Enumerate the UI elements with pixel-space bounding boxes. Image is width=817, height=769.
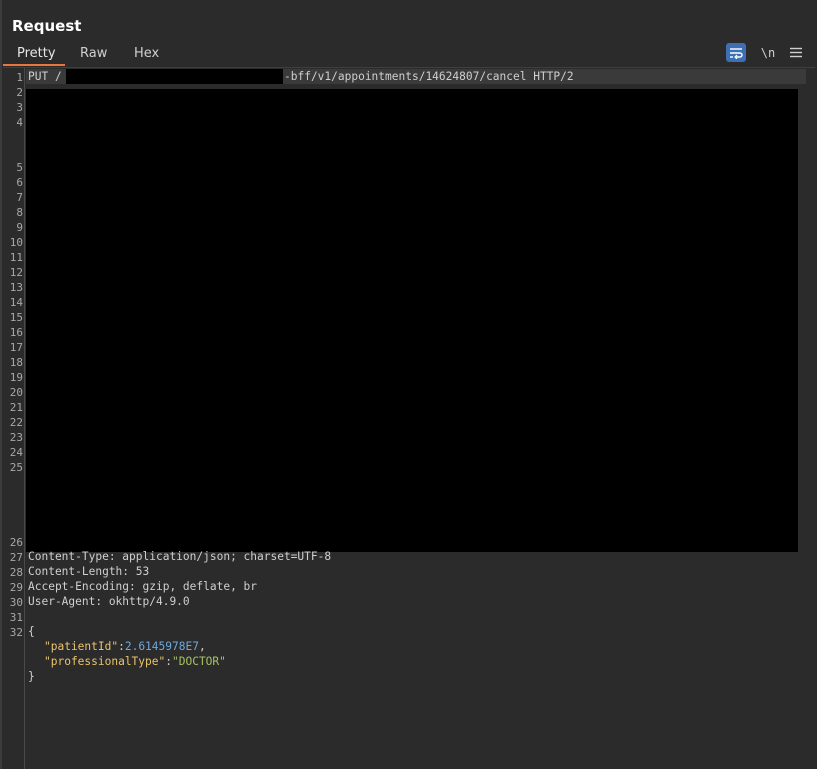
line-number: 23 xyxy=(9,431,23,444)
wrap-lines-button[interactable] xyxy=(726,43,746,62)
header-line[interactable]: Content-Length: 53 xyxy=(28,564,149,579)
line-number: 11 xyxy=(9,251,23,264)
json-key-professional: "professionalType" xyxy=(44,655,166,668)
line-number: 8 xyxy=(16,206,23,219)
tab-raw[interactable]: Raw xyxy=(80,42,107,66)
show-newlines-button[interactable]: \n xyxy=(757,43,779,62)
header-line[interactable]: User-Agent: okhttp/4.9.0 xyxy=(28,594,190,609)
json-line-professional[interactable]: "professionalType":"DOCTOR" xyxy=(44,654,226,669)
line-number: 12 xyxy=(9,266,23,279)
line-number: 19 xyxy=(9,371,23,384)
line-number: 25 xyxy=(9,461,23,474)
left-border xyxy=(0,0,2,769)
line-number: 15 xyxy=(9,311,23,324)
line-number: 9 xyxy=(16,221,23,234)
line-number: 17 xyxy=(9,341,23,354)
request-line-method[interactable]: PUT / xyxy=(28,69,62,84)
line-number: 10 xyxy=(9,236,23,249)
line-number: 22 xyxy=(9,416,23,429)
line-number: 32 xyxy=(9,626,23,639)
line-number: 18 xyxy=(9,356,23,369)
request-line-path[interactable]: -bff/v1/appointments/14624807/cancel HTT… xyxy=(284,69,574,84)
panel-title: Request xyxy=(12,17,82,35)
redacted-headers-block xyxy=(26,89,798,552)
line-number: 7 xyxy=(16,191,23,204)
editor-divider xyxy=(3,67,815,68)
line-number: 20 xyxy=(9,386,23,399)
line-number: 14 xyxy=(9,296,23,309)
line-number: 29 xyxy=(9,581,23,594)
line-number: 6 xyxy=(16,176,23,189)
line-number: 26 xyxy=(9,536,23,549)
line-number-gutter: 1 2 3 4 5 6 7 8 9 10 11 12 13 14 15 16 1… xyxy=(3,68,25,769)
line-number: 21 xyxy=(9,401,23,414)
line-number: 16 xyxy=(9,326,23,339)
header-line[interactable]: Content-Type: application/json; charset=… xyxy=(28,549,331,564)
line-number: 24 xyxy=(9,446,23,459)
line-number: 30 xyxy=(9,596,23,609)
json-value-professional: "DOCTOR" xyxy=(172,655,226,668)
line-number: 1 xyxy=(16,71,23,84)
line-number: 5 xyxy=(16,161,23,174)
wrap-lines-icon xyxy=(730,47,743,59)
json-key-patient: "patientId" xyxy=(44,640,119,653)
json-line-patient[interactable]: "patientId":2.6145978E7, xyxy=(44,639,206,654)
line-number: 27 xyxy=(9,551,23,564)
redacted-host xyxy=(66,69,283,84)
line-number: 13 xyxy=(9,281,23,294)
json-open-brace[interactable]: { xyxy=(28,624,35,639)
tab-pretty[interactable]: Pretty xyxy=(3,42,65,66)
line-number: 31 xyxy=(9,611,23,624)
line-number: 2 xyxy=(16,86,23,99)
header-line[interactable]: Accept-Encoding: gzip, deflate, br xyxy=(28,579,257,594)
line-number: 4 xyxy=(16,116,23,129)
line-number: 3 xyxy=(16,101,23,114)
menu-icon[interactable] xyxy=(788,43,804,62)
json-value-patient: 2.6145978E7 xyxy=(124,640,199,653)
line-number: 28 xyxy=(9,566,23,579)
editor-tabs: Pretty Raw Hex xyxy=(3,42,815,66)
tab-hex[interactable]: Hex xyxy=(134,42,159,66)
json-close-brace[interactable]: } xyxy=(28,669,35,684)
